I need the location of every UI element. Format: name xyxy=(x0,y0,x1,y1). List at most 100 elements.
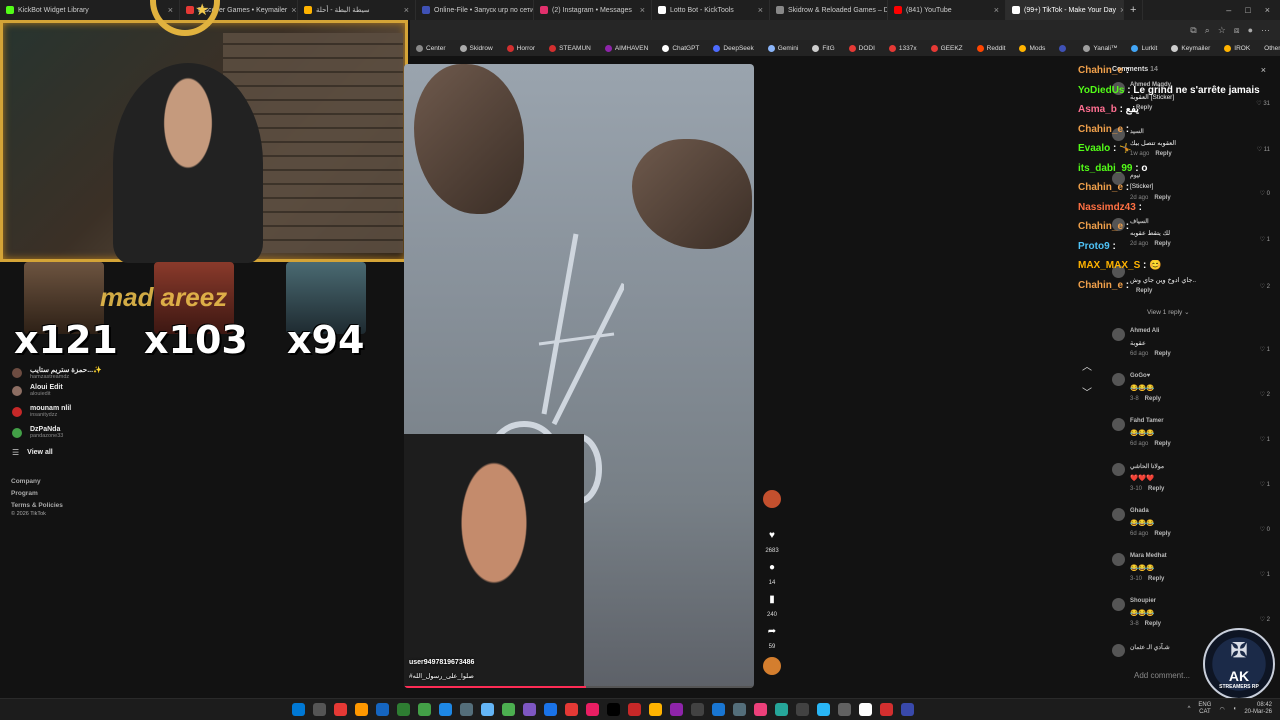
bookmark-item[interactable]: ChatGPT xyxy=(656,44,705,52)
other-favorites[interactable]: Other favorites xyxy=(1258,45,1280,52)
comment-likes[interactable]: ♡ 2 xyxy=(1260,391,1270,398)
following-item-hamza[interactable]: حمزة ستريم ستايب...✨ hamzastreamdz xyxy=(12,366,102,380)
minimize-button[interactable]: – xyxy=(1226,5,1231,15)
close-window-button[interactable]: × xyxy=(1265,5,1270,15)
bookmark-item[interactable]: Mods xyxy=(1013,44,1051,52)
star-icon[interactable]: ☆ xyxy=(1218,25,1226,36)
browser-tab[interactable]: سيطة البطة - أحلة × xyxy=(298,0,416,20)
chevron-down-icon[interactable]: ﹀ xyxy=(1082,381,1092,407)
reply-button[interactable]: Reply xyxy=(1148,486,1164,492)
taskbar-app-icon[interactable] xyxy=(460,703,473,716)
avatar[interactable] xyxy=(1112,463,1125,476)
reply-button[interactable]: Reply xyxy=(1148,576,1164,582)
reply-button[interactable]: Reply xyxy=(1145,621,1161,627)
taskbar-app-icon[interactable] xyxy=(649,703,662,716)
bookmark-item[interactable]: Keymailer xyxy=(1165,44,1216,52)
taskbar-app-icon[interactable] xyxy=(901,703,914,716)
bookmark-item[interactable]: 1337x xyxy=(883,44,923,52)
avatar[interactable] xyxy=(1112,508,1125,521)
more-icon[interactable]: ⋯ xyxy=(1261,25,1270,36)
heart-icon[interactable]: ♥ xyxy=(764,527,780,543)
video-username[interactable]: user9497819673486 xyxy=(409,659,474,666)
maximize-button[interactable]: □ xyxy=(1245,5,1250,15)
tab-close-icon[interactable]: × xyxy=(404,5,409,15)
browser-tab[interactable]: (99+) TikTok - Make Your Day× xyxy=(1006,0,1124,20)
video-player[interactable]: user9497819673486 #صلوا_على_رسول_الله xyxy=(404,64,754,688)
taskbar-app-icon[interactable] xyxy=(376,703,389,716)
taskbar-app-icon[interactable] xyxy=(292,703,305,716)
reply-button[interactable]: Reply xyxy=(1145,396,1161,402)
taskbar-app-icon[interactable] xyxy=(502,703,515,716)
avatar[interactable] xyxy=(1112,553,1125,566)
add-comment-input[interactable]: Add comment... xyxy=(1134,671,1190,680)
chevron-up-icon[interactable]: ^ xyxy=(1188,706,1191,712)
comment-icon[interactable]: ● xyxy=(764,559,780,575)
profile-icon[interactable]: ● xyxy=(1248,25,1253,35)
browser-tab[interactable]: Skidrow & Reloaded Games – Do...× xyxy=(770,0,888,20)
tab-close-icon[interactable]: × xyxy=(291,5,296,15)
tab-close-icon[interactable]: × xyxy=(758,5,763,15)
collections-icon[interactable]: ⧈ xyxy=(1234,25,1240,36)
bookmark-item[interactable]: FitG xyxy=(806,44,840,52)
bookmark-item[interactable]: Center xyxy=(410,44,452,52)
taskbar-app-icon[interactable] xyxy=(691,703,704,716)
taskbar-app-icon[interactable] xyxy=(775,703,788,716)
taskbar-app-icon[interactable] xyxy=(355,703,368,716)
bookmark-item[interactable]: AIMHAVEN xyxy=(599,44,654,52)
music-disc-icon[interactable] xyxy=(763,657,781,675)
language-indicator[interactable]: ENG CAT xyxy=(1198,702,1211,716)
bookmark-item[interactable]: Yanali™ xyxy=(1077,44,1123,52)
taskbar-app-icon[interactable] xyxy=(859,703,872,716)
search-icon[interactable]: ⌕ xyxy=(1205,25,1210,36)
wifi-icon[interactable]: ◠ xyxy=(1219,706,1224,713)
taskbar-app-icon[interactable] xyxy=(817,703,830,716)
taskbar-app-icon[interactable] xyxy=(607,703,620,716)
following-item[interactable]: DzPaNda pandazone33 xyxy=(12,426,63,439)
taskbar-app-icon[interactable] xyxy=(628,703,641,716)
reply-button[interactable]: Reply xyxy=(1154,351,1170,357)
extensions-icon[interactable]: ⧉ xyxy=(1190,25,1196,36)
tab-close-icon[interactable]: × xyxy=(640,5,645,15)
comment-likes[interactable]: ♡ 1 xyxy=(1260,436,1270,443)
bookmark-item[interactable]: IROK xyxy=(1218,44,1256,52)
footer-link[interactable]: Terms & Policies xyxy=(11,502,63,509)
comment-likes[interactable]: ♡ 1 xyxy=(1260,571,1270,578)
avatar[interactable] xyxy=(1112,418,1125,431)
comment-likes[interactable]: ♡ 1 xyxy=(1260,346,1270,353)
reply-button[interactable]: Reply xyxy=(1154,441,1170,447)
taskbar-app-icon[interactable] xyxy=(565,703,578,716)
taskbar-app-icon[interactable] xyxy=(880,703,893,716)
bookmark-item[interactable]: DODI xyxy=(843,44,881,52)
following-item[interactable]: Aloui Edit alouiedit xyxy=(12,384,63,397)
bookmark-item[interactable]: Horror xyxy=(501,44,541,52)
taskbar-app-icon[interactable] xyxy=(796,703,809,716)
comment-likes[interactable]: ♡ 0 xyxy=(1260,526,1270,533)
volume-icon[interactable]: ◖ xyxy=(1233,706,1237,712)
bookmark-item[interactable]: STEAMUN xyxy=(543,44,597,52)
taskbar-app-icon[interactable] xyxy=(544,703,557,716)
taskbar-app-icon[interactable] xyxy=(439,703,452,716)
taskbar-app-icon[interactable] xyxy=(397,703,410,716)
bookmark-item[interactable]: DeepSeek xyxy=(707,44,759,52)
taskbar-app-icon[interactable] xyxy=(733,703,746,716)
browser-tab[interactable]: (841) YouTube × xyxy=(888,0,1006,20)
tab-close-icon[interactable]: × xyxy=(994,5,999,15)
taskbar-app-icon[interactable] xyxy=(670,703,683,716)
video-progress-bar[interactable] xyxy=(404,686,754,688)
bookmark-item[interactable] xyxy=(1053,44,1075,52)
new-tab-button[interactable]: + xyxy=(1124,0,1144,20)
browser-tab[interactable]: (2) Instagram • Messages × xyxy=(534,0,652,20)
bookmark-item[interactable]: Reddit xyxy=(971,44,1012,52)
view-replies-link[interactable]: View 1 reply ⌄ xyxy=(1147,308,1190,316)
taskbar-app-icon[interactable] xyxy=(418,703,431,716)
creator-avatar[interactable] xyxy=(763,490,781,508)
comment-likes[interactable]: ♡ 1 xyxy=(1260,481,1270,488)
taskbar-app-icon[interactable] xyxy=(481,703,494,716)
taskbar-app-icon[interactable] xyxy=(313,703,326,716)
avatar[interactable] xyxy=(1112,644,1125,657)
bookmark-icon[interactable]: ▮ xyxy=(764,591,780,607)
taskbar-app-icon[interactable] xyxy=(754,703,767,716)
view-all-link[interactable]: ☰ View all xyxy=(12,448,53,457)
taskbar-app-icon[interactable] xyxy=(838,703,851,716)
taskbar-app-icon[interactable] xyxy=(523,703,536,716)
